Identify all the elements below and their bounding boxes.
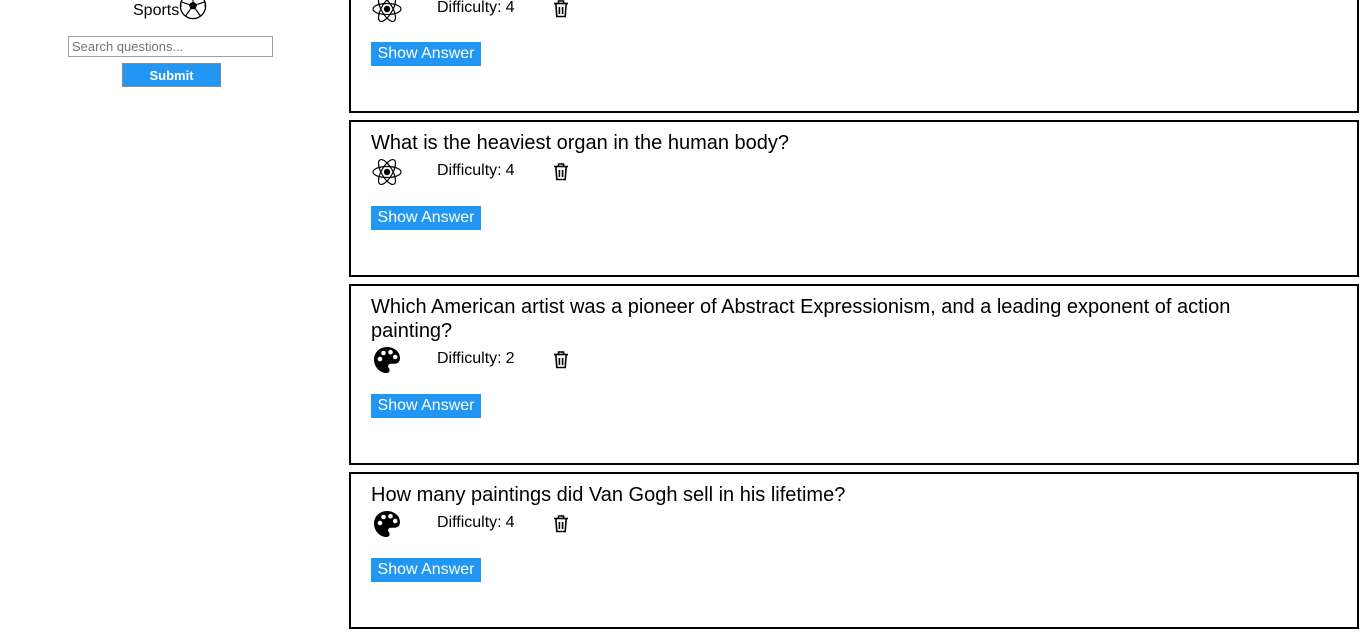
question-text: How many paintings did Van Gogh sell in … (371, 484, 846, 506)
trash-icon[interactable] (553, 350, 569, 369)
difficulty-value: 4 (505, 162, 515, 179)
question-text: Which American artist was a pioneer of A… (371, 296, 1231, 342)
question-text: What is the heaviest organ in the human … (371, 132, 790, 154)
atom-icon (371, 156, 403, 188)
question-card: Difficulty: 4 Show Answer (349, 0, 1359, 113)
question-card: What is the heaviest organ in the human … (349, 120, 1359, 277)
sidebar-category-label: Sports (133, 2, 180, 19)
question-card: How many paintings did Van Gogh sell in … (349, 472, 1359, 629)
show-answer-button[interactable]: Show Answer (371, 394, 481, 418)
trash-icon[interactable] (553, 514, 569, 533)
atom-icon (371, 0, 403, 25)
difficulty-label: Difficulty: (437, 162, 502, 179)
difficulty-text: Difficulty: 4 (437, 0, 515, 17)
submit-button[interactable]: Submit (122, 63, 221, 87)
trash-icon[interactable] (553, 0, 569, 18)
difficulty-text: Difficulty: 2 (437, 350, 515, 368)
difficulty-label: Difficulty: (437, 514, 502, 531)
soccer-ball-icon (178, 0, 208, 20)
palette-icon (371, 508, 403, 540)
difficulty-text: Difficulty: 4 (437, 162, 515, 180)
difficulty-label: Difficulty: (437, 0, 502, 16)
show-answer-button[interactable]: Show Answer (371, 206, 481, 230)
difficulty-value: 2 (505, 350, 515, 367)
search-input[interactable] (68, 36, 273, 57)
show-answer-button[interactable]: Show Answer (371, 42, 481, 66)
show-answer-button[interactable]: Show Answer (371, 558, 481, 582)
sidebar-category-sports[interactable]: Sports (133, 0, 208, 20)
palette-icon (371, 344, 403, 376)
difficulty-label: Difficulty: (437, 350, 502, 367)
sidebar: Sports Submit (0, 0, 340, 635)
question-card: Which American artist was a pioneer of A… (349, 284, 1359, 465)
difficulty-value: 4 (505, 0, 515, 16)
trash-icon[interactable] (553, 162, 569, 181)
difficulty-text: Difficulty: 4 (437, 514, 515, 532)
difficulty-value: 4 (505, 514, 515, 531)
